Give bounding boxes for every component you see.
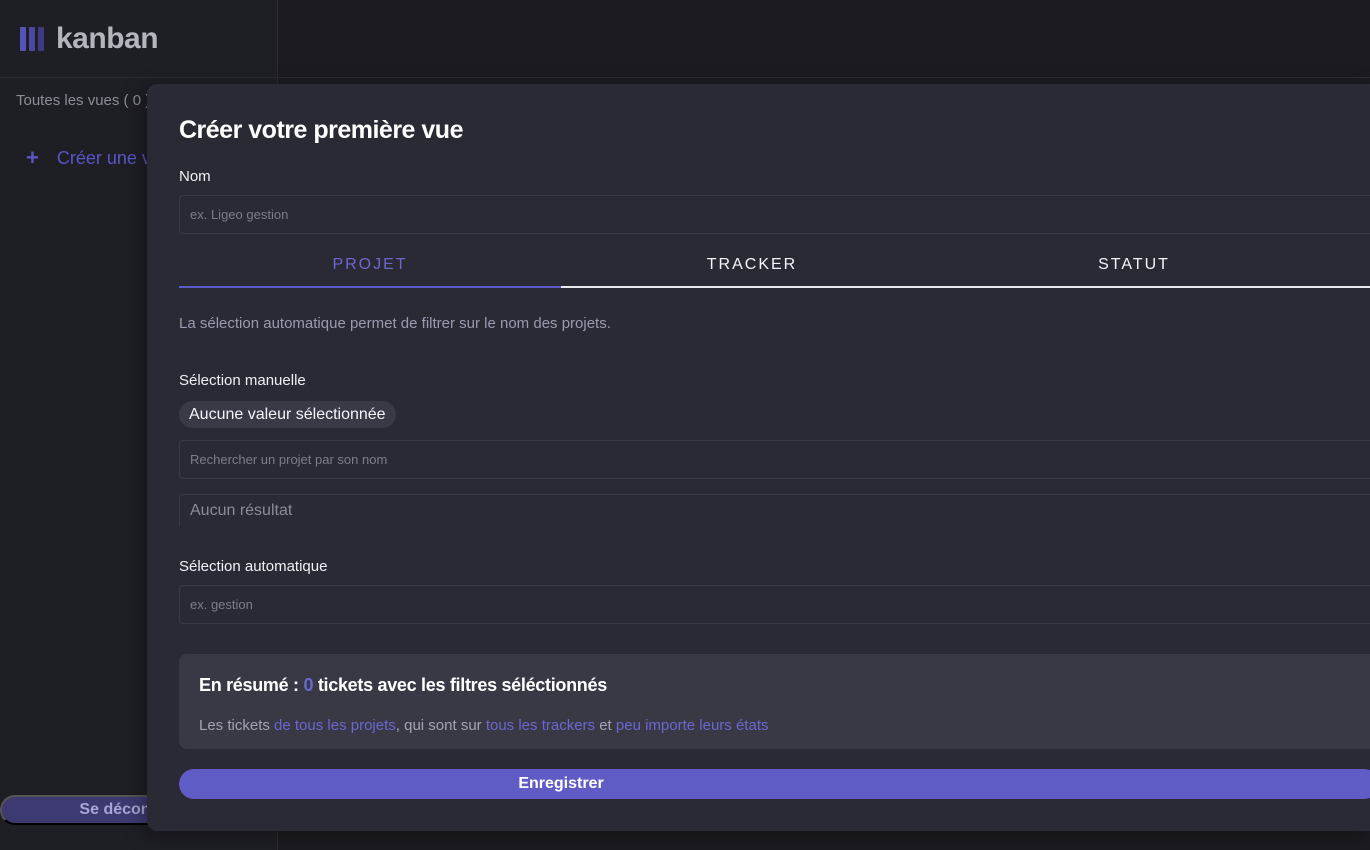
save-button[interactable]: Enregistrer bbox=[179, 769, 1370, 799]
project-search-input[interactable] bbox=[179, 440, 1370, 479]
auto-selection-label: Sélection automatique bbox=[179, 558, 328, 575]
helper-text: La sélection automatique permet de filtr… bbox=[179, 315, 611, 332]
plus-icon: + bbox=[26, 145, 39, 170]
create-view-modal: Créer votre première vue Nom PROJET TRAC… bbox=[147, 84, 1370, 831]
tab-statut[interactable]: STATUT bbox=[943, 254, 1325, 286]
link-all-trackers[interactable]: tous les trackers bbox=[486, 717, 595, 734]
auto-selection-input[interactable] bbox=[179, 585, 1370, 624]
summary-text: Les tickets de tous les projets, qui son… bbox=[199, 717, 769, 734]
name-label: Nom bbox=[179, 168, 211, 185]
tab-projet[interactable]: PROJET bbox=[179, 254, 561, 288]
selected-values-chip: Aucune valeur sélectionnée bbox=[179, 401, 396, 428]
summary-box: En résumé : 0 tickets avec les filtres s… bbox=[179, 654, 1370, 749]
kanban-logo-icon bbox=[20, 26, 44, 51]
modal-title: Créer votre première vue bbox=[179, 116, 463, 144]
ticket-count: 0 bbox=[303, 675, 314, 695]
brand: kanban bbox=[0, 0, 277, 78]
search-results-list: Aucun résultat bbox=[179, 494, 1370, 526]
app: kanban Toutes les vues ( 0 ) + Créer une… bbox=[0, 0, 1370, 850]
views-count: Toutes les vues ( 0 ) bbox=[16, 92, 151, 109]
topbar bbox=[279, 0, 1370, 78]
summary-title: En résumé : 0 tickets avec les filtres s… bbox=[199, 675, 607, 695]
brand-title: kanban bbox=[56, 21, 159, 55]
filter-tabs: PROJET TRACKER STATUT bbox=[179, 254, 1370, 288]
tab-tracker[interactable]: TRACKER bbox=[561, 254, 943, 286]
manual-selection-label: Sélection manuelle bbox=[179, 372, 306, 389]
link-all-projects[interactable]: de tous les projets bbox=[274, 717, 396, 734]
link-all-states[interactable]: peu importe leurs états bbox=[616, 717, 769, 734]
name-input[interactable] bbox=[179, 195, 1370, 234]
